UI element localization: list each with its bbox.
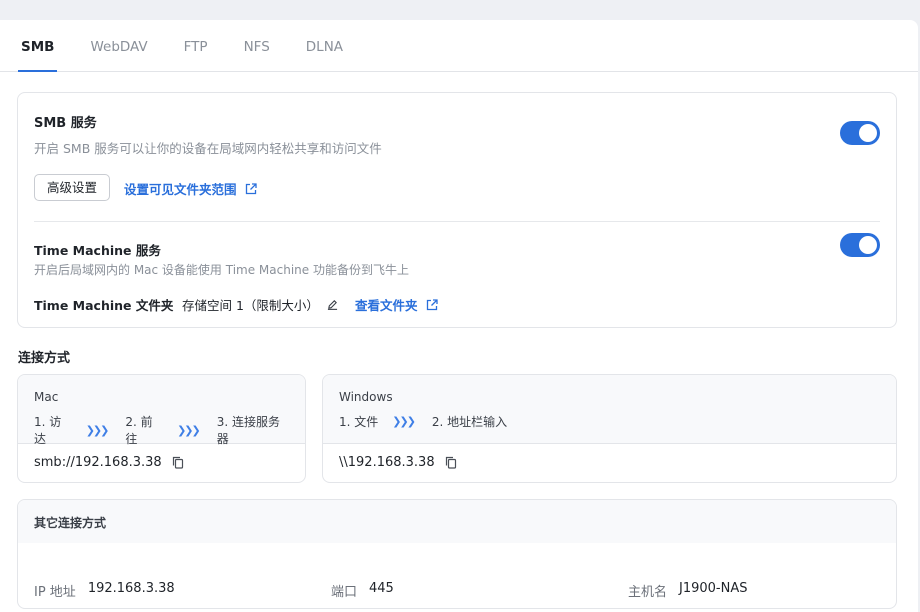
mac-address: smb://192.168.3.38 bbox=[34, 455, 162, 470]
tab-smb[interactable]: SMB bbox=[18, 39, 58, 72]
mac-steps: 1. 访达 ❯❯❯ 2. 前往 ❯❯❯ 3. 连接服务器 bbox=[34, 413, 289, 447]
windows-address: \\192.168.3.38 bbox=[339, 455, 435, 470]
time-machine-folder-value[interactable]: 存储空间 1（限制大小） bbox=[182, 295, 338, 314]
external-link-icon bbox=[245, 182, 257, 194]
chevrons-right-icon: ❯❯❯ bbox=[392, 415, 416, 428]
hostname-label: 主机名 bbox=[628, 585, 668, 600]
windows-address-row: \\192.168.3.38 bbox=[323, 444, 896, 481]
hostname-value: J1900-NAS bbox=[679, 581, 748, 596]
time-machine-folder-text: 存储空间 1（限制大小） bbox=[182, 298, 319, 313]
tab-bar: SMB WebDAV FTP NFS DLNA bbox=[0, 20, 918, 72]
windows-step-2: 2. 地址栏输入 bbox=[431, 415, 508, 429]
port-info: 端口 445 bbox=[331, 581, 394, 600]
edit-icon[interactable] bbox=[327, 299, 338, 310]
ip-value: 192.168.3.38 bbox=[87, 581, 175, 596]
tab-nfs[interactable]: NFS bbox=[241, 39, 273, 71]
copy-icon[interactable] bbox=[172, 456, 184, 469]
chevrons-right-icon: ❯❯❯ bbox=[85, 423, 110, 437]
toggle-knob bbox=[859, 236, 877, 254]
advanced-settings-button[interactable]: 高级设置 bbox=[34, 174, 111, 201]
mac-step-3: 3. 连接服务器 bbox=[216, 415, 280, 446]
view-folder-label: 查看文件夹 bbox=[355, 298, 418, 313]
time-machine-folder-label: Time Machine 文件夹 bbox=[34, 298, 174, 313]
windows-os-label: Windows bbox=[339, 390, 393, 404]
time-machine-toggle[interactable] bbox=[840, 233, 880, 257]
ip-info: IP 地址 192.168.3.38 bbox=[34, 581, 175, 600]
toggle-knob bbox=[859, 124, 877, 142]
smb-service-description: 开启 SMB 服务可以让你的设备在局域网内轻松共享和访问文件 bbox=[34, 141, 382, 156]
windows-step-1: 1. 文件 bbox=[339, 415, 379, 429]
tab-ftp[interactable]: FTP bbox=[181, 39, 211, 71]
windows-connection-card: Windows 1. 文件 ❯❯❯ 2. 地址栏输入 \\192.168.3.3… bbox=[322, 374, 897, 483]
chevrons-right-icon: ❯❯❯ bbox=[177, 423, 201, 437]
visible-folder-scope-link[interactable]: 设置可见文件夹范围 bbox=[124, 179, 257, 198]
port-label: 端口 bbox=[331, 585, 358, 600]
time-machine-description: 开启后局域网内的 Mac 设备能使用 Time Machine 功能备份到飞牛上 bbox=[34, 263, 409, 277]
mac-connection-card: Mac 1. 访达 ❯❯❯ 2. 前往 ❯❯❯ 3. 连接服务器 smb://1… bbox=[17, 374, 306, 483]
mac-os-label: Mac bbox=[34, 390, 59, 404]
mac-connection-header: Mac 1. 访达 ❯❯❯ 2. 前往 ❯❯❯ 3. 连接服务器 bbox=[18, 375, 305, 447]
time-machine-title: Time Machine 服务 bbox=[34, 243, 161, 258]
mac-step-1: 1. 访达 bbox=[34, 415, 62, 446]
view-folder-link[interactable]: 查看文件夹 bbox=[355, 295, 438, 314]
visible-folder-scope-label: 设置可见文件夹范围 bbox=[124, 182, 237, 197]
divider bbox=[34, 221, 880, 222]
windows-steps: 1. 文件 ❯❯❯ 2. 地址栏输入 bbox=[339, 413, 880, 430]
other-connection-card: 其它连接方式 IP 地址 192.168.3.38 端口 445 主机名 J19… bbox=[17, 499, 897, 609]
windows-connection-header: Windows 1. 文件 ❯❯❯ 2. 地址栏输入 bbox=[323, 375, 896, 444]
port-value: 445 bbox=[369, 581, 394, 596]
smb-service-title: SMB 服务 bbox=[34, 116, 97, 131]
external-link-icon bbox=[426, 298, 438, 310]
ip-label: IP 地址 bbox=[34, 585, 76, 600]
smb-settings-card: SMB 服务 开启 SMB 服务可以让你的设备在局域网内轻松共享和访问文件 高级… bbox=[17, 92, 897, 328]
tab-webdav[interactable]: WebDAV bbox=[87, 39, 150, 71]
mac-step-2: 2. 前往 bbox=[125, 415, 153, 446]
connection-section-title: 连接方式 bbox=[18, 351, 71, 366]
hostname-info: 主机名 J1900-NAS bbox=[628, 581, 748, 600]
tab-dlna[interactable]: DLNA bbox=[303, 39, 346, 71]
copy-icon[interactable] bbox=[445, 456, 457, 469]
mac-address-row: smb://192.168.3.38 bbox=[18, 444, 305, 481]
other-connection-title: 其它连接方式 bbox=[18, 500, 896, 543]
settings-window: SMB WebDAV FTP NFS DLNA SMB 服务 开启 SMB 服务… bbox=[0, 20, 918, 612]
smb-service-toggle[interactable] bbox=[840, 121, 880, 145]
